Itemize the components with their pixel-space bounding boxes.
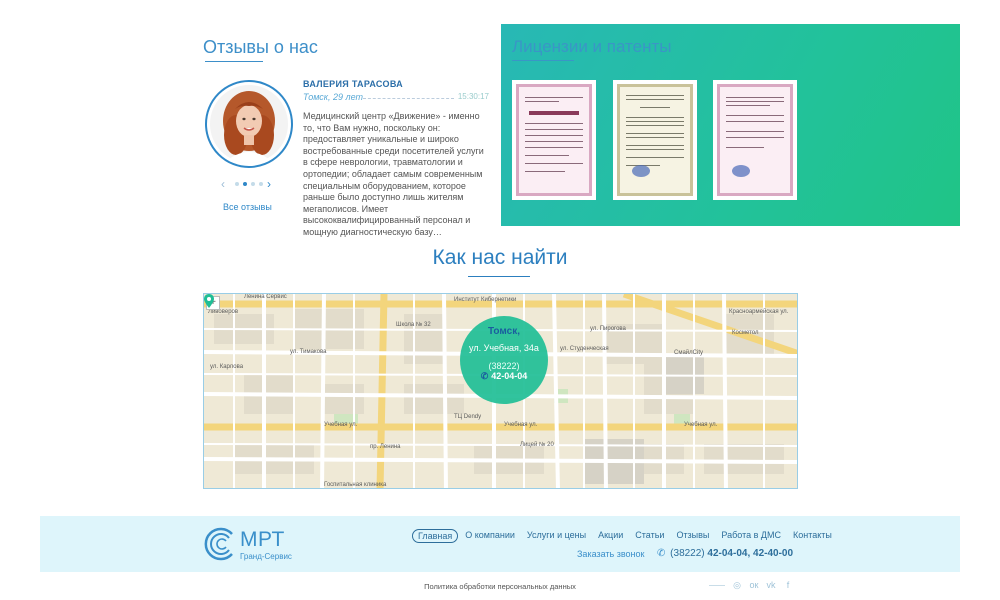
license-thumbnail-3[interactable] (713, 80, 797, 200)
chevron-right-icon[interactable]: › (267, 177, 271, 191)
address-phone: ✆ 42-04-04 (460, 371, 548, 382)
map-label: СмайлCity (674, 350, 703, 356)
reviews-section: Отзывы о нас ВАЛЕРИЯ ТАРАСОВА Томск, 29 … (203, 24, 503, 237)
review-text: Медицинский центр «Движение» - именно то… (303, 111, 484, 237)
nav-item-reviews[interactable]: Отзывы (671, 529, 714, 543)
logo-subtitle: Гранд-Сервис (240, 552, 292, 561)
nav-item-articles[interactable]: Статьи (630, 529, 669, 543)
map-label: Госпитальная клиника (324, 482, 387, 488)
reviews-slider-nav: ‹ › (221, 177, 281, 192)
odnoklassniki-icon[interactable]: ок (749, 580, 759, 590)
slider-dot[interactable] (251, 182, 255, 186)
license-document-image (717, 84, 793, 196)
address-phone-number: 42-04-04 (491, 371, 528, 381)
map-label: Красноармейская ул. (729, 309, 789, 315)
map-label: ул. Карлова (210, 364, 244, 370)
map-label: ул. Студенческая (560, 346, 609, 352)
reviewer-avatar-ring (205, 80, 293, 168)
slider-dot-active[interactable] (243, 182, 247, 186)
privacy-policy-link[interactable]: Политика обработки персональных данных (424, 582, 576, 591)
reviews-title-underline (205, 61, 263, 62)
map-label: Учебная ул. (684, 422, 718, 428)
find-us-title: Как нас найти (432, 246, 568, 269)
map-label: ул. Пирогова (590, 326, 626, 332)
nav-item-contacts[interactable]: Контакты (788, 529, 837, 543)
find-us-underline (468, 276, 530, 277)
map-label: Косметол (732, 330, 759, 336)
map-label: Школа № 32 (396, 322, 431, 328)
phone-numbers[interactable]: 42-04-04, 42-40-00 (707, 548, 793, 559)
map-label: Учебная ул. (504, 422, 538, 428)
logo-mark-icon (204, 527, 233, 561)
nav-item-promotions[interactable]: Акции (593, 529, 628, 543)
facebook-icon[interactable]: f (783, 580, 793, 590)
phone-prefix: (38222) (670, 548, 705, 559)
address-city: Томск, (487, 326, 521, 337)
address-bubble: Томск, ул. Учебная, 34а (38222) ✆ 42-04-0… (460, 316, 548, 404)
license-thumbnail-2[interactable] (613, 80, 697, 200)
social-links: ◎ ок vk f (709, 580, 793, 590)
instagram-icon[interactable]: ◎ (732, 580, 742, 590)
logo[interactable]: МРТ Гранд-Сервис (202, 524, 302, 564)
map-label: Лицей № 20 (520, 442, 554, 448)
reviewer-city-age: Томск, 29 лет (303, 92, 364, 102)
location-map[interactable]: Ленина Сервис Ливоверов Институт Киберне… (203, 293, 798, 489)
nav-item-services[interactable]: Услуги и цены (522, 529, 591, 543)
policy-row: Политика обработки персональных данных (0, 582, 1000, 591)
footer: МРТ Гранд-Сервис Главная О компании Услу… (40, 516, 960, 572)
nav-item-about[interactable]: О компании (460, 529, 520, 543)
license-document-image (617, 84, 693, 196)
map-pin-icon[interactable] (204, 294, 214, 308)
license-thumbnail-1[interactable] (512, 80, 596, 200)
map-label: Ленина Сервис (244, 294, 287, 300)
address-phone-code: (38222) (488, 361, 520, 371)
reviewer-avatar (210, 85, 288, 163)
slider-dots (235, 182, 263, 186)
map-label: ТЦ Dendy (454, 414, 482, 420)
footer-nav: Главная О компании Услуги и цены Акции С… (412, 529, 837, 543)
licenses-section: Лицензии и патенты (501, 24, 960, 226)
map-label: ул. Тимакова (290, 349, 327, 355)
phone-icon: ✆ (480, 371, 489, 381)
all-reviews-link[interactable]: Все отзывы (223, 202, 272, 212)
slider-dot[interactable] (235, 182, 239, 186)
reviews-title: Отзывы о нас (203, 37, 318, 57)
review-time: 15:30:17 (457, 92, 489, 101)
map-label: Институт Кибернетики (454, 297, 517, 303)
reviewer-meta: Томск, 29 лет 15:30:17 (303, 92, 489, 104)
footer-phones: ✆ (38222) 42-04-04, 42-40-00 (657, 548, 793, 559)
divider (709, 584, 725, 586)
nav-item-dms[interactable]: Работа в ДМС (716, 529, 786, 543)
map-label: пр. Ленина (370, 444, 401, 450)
logo-title: МРТ (240, 528, 285, 551)
callback-link[interactable]: Заказать звонок (577, 549, 644, 559)
licenses-title-underline (512, 60, 574, 61)
meta-divider (363, 98, 454, 99)
vk-icon[interactable]: vk (766, 580, 776, 590)
license-document-image (516, 84, 592, 196)
licenses-title: Лицензии и патенты (512, 37, 672, 56)
slider-dot[interactable] (259, 182, 263, 186)
nav-item-home[interactable]: Главная (412, 529, 459, 543)
address-street: ул. Учебная, 34а (469, 343, 539, 353)
chevron-left-icon[interactable]: ‹ (221, 177, 225, 191)
phone-icon: ✆ (657, 548, 666, 559)
map-label: Учебная ул. (324, 422, 358, 428)
reviewer-name: ВАЛЕРИЯ ТАРАСОВА (303, 79, 403, 89)
